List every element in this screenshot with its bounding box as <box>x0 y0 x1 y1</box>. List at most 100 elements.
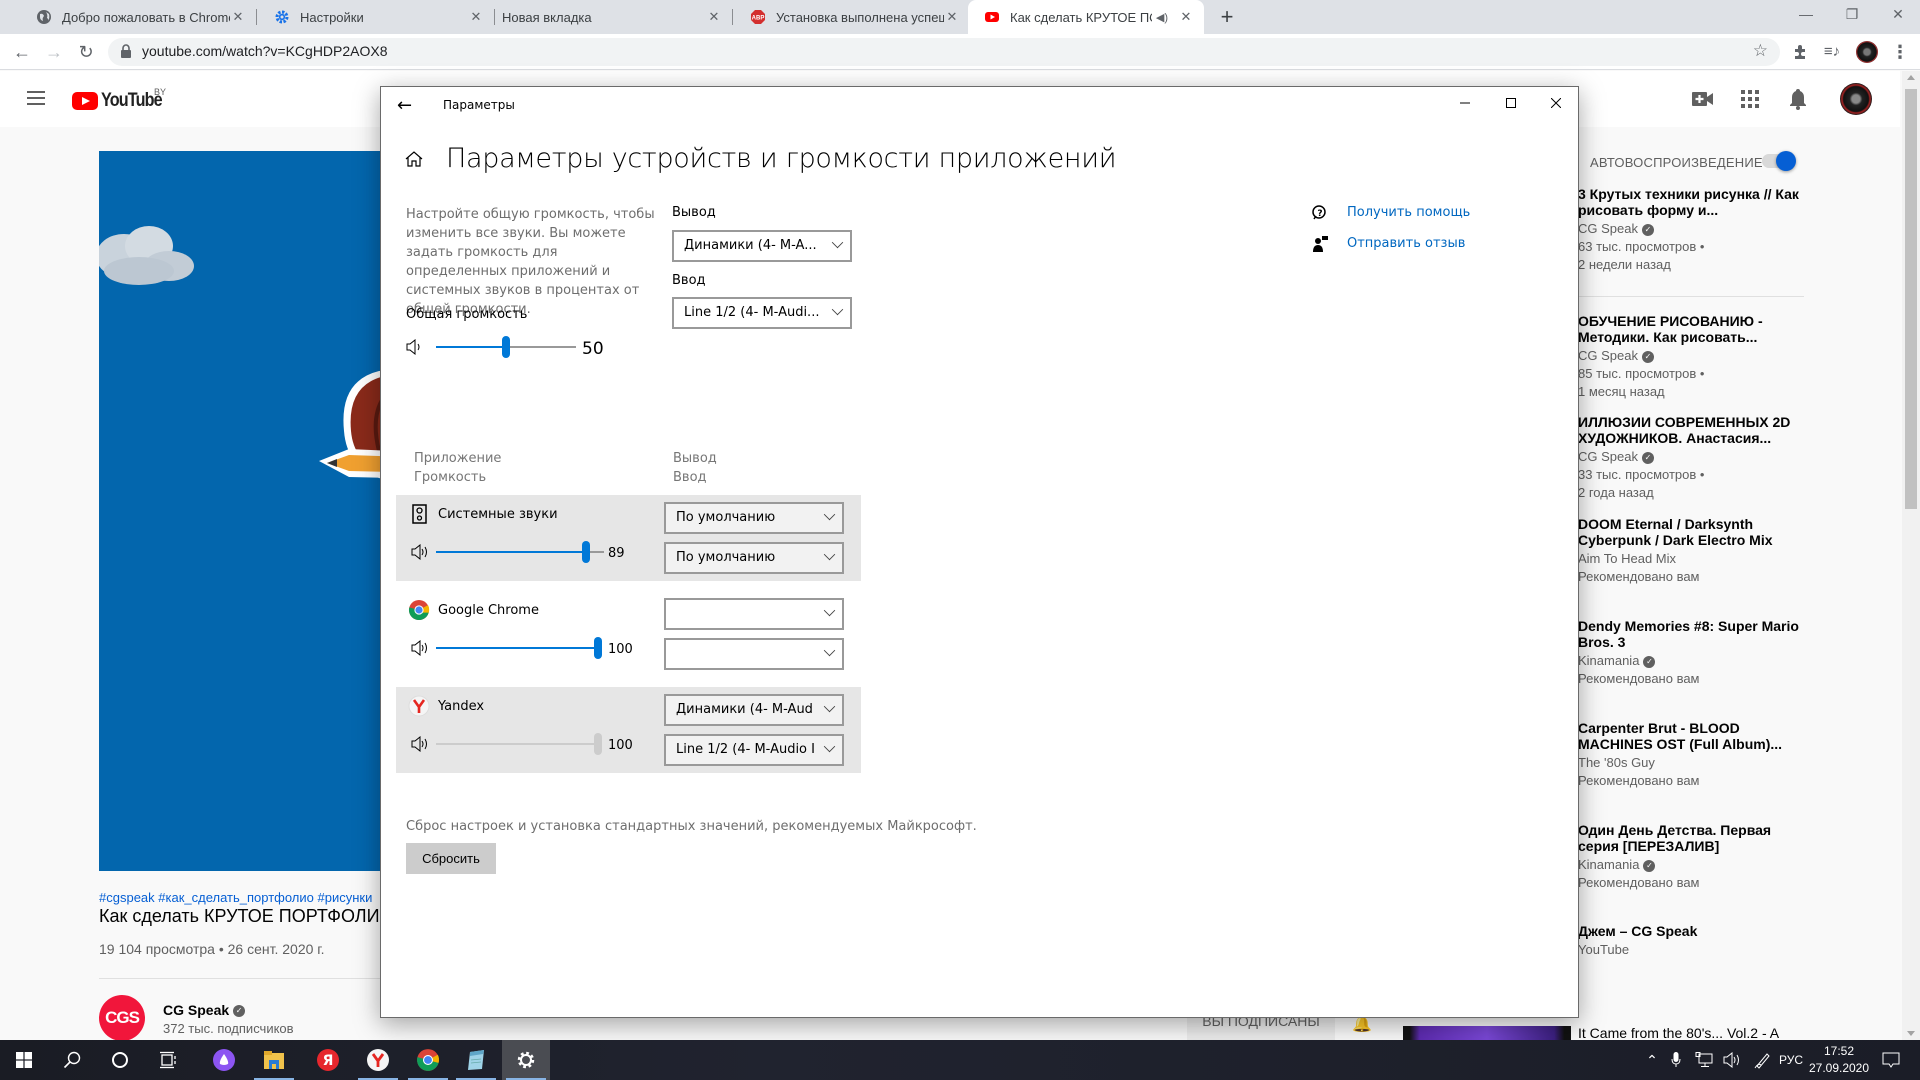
yandex-browser-icon[interactable] <box>354 1040 402 1080</box>
create-video-icon[interactable] <box>1689 85 1717 113</box>
task-view-icon[interactable] <box>144 1040 192 1080</box>
slider-thumb[interactable] <box>594 733 602 755</box>
chrome-menu-icon[interactable]: ⋮ <box>1886 38 1914 66</box>
recommendation-item[interactable]: ОБУЧЕНИЕ РИСОВАНИЮ - Методики. Как рисов… <box>1578 313 1806 401</box>
speaker-icon[interactable] <box>406 339 424 355</box>
recommendation-item[interactable]: 3 Крутых техники рисунка // Как рисовать… <box>1578 186 1806 274</box>
notifications-bell-icon[interactable] <box>1784 85 1812 113</box>
alice-icon[interactable] <box>200 1040 248 1080</box>
tab-close-button[interactable]: ✕ <box>944 9 960 25</box>
file-explorer-icon[interactable] <box>250 1040 298 1080</box>
tab-title: Как сделать КРУТОЕ ПОРТФ <box>1010 9 1152 25</box>
speaker-icon[interactable] <box>411 544 429 560</box>
get-help-link[interactable]: Получить помощь <box>1347 205 1470 220</box>
media-controls-icon[interactable]: ≡♪ <box>1818 38 1846 66</box>
recommendation-thumbnail[interactable] <box>1403 1026 1571 1040</box>
start-button[interactable] <box>0 1040 48 1080</box>
app-volume-slider[interactable] <box>436 541 604 563</box>
reload-button[interactable]: ↻ <box>72 38 100 66</box>
audio-playing-icon[interactable]: ◀) <box>1156 11 1168 24</box>
settings-taskbar-icon[interactable] <box>502 1040 550 1080</box>
slider-thumb[interactable] <box>502 336 510 358</box>
recommendation-item[interactable]: It Came from the 80's... Vol.2 - A <box>1578 1025 1806 1041</box>
recommendation-item[interactable]: Dendy Memories #8: Super Mario Bros. 3 K… <box>1578 618 1806 688</box>
page-scrollbar[interactable] <box>1902 71 1920 1040</box>
profile-avatar[interactable] <box>1856 41 1878 63</box>
reset-button[interactable]: Сбросить <box>406 843 496 874</box>
app-volume-slider[interactable] <box>436 733 602 755</box>
scroll-up-arrow[interactable] <box>1907 75 1915 80</box>
input-device-dropdown[interactable]: Line 1/2 (4- M-Audi... <box>672 297 852 329</box>
recommendation-item[interactable]: Один День Детства. Первая серия [ПЕРЕЗАЛ… <box>1578 822 1806 892</box>
network-icon[interactable] <box>1690 1040 1718 1080</box>
restore-button[interactable]: ❐ <box>1829 0 1875 30</box>
pen-workspace-icon[interactable] <box>1750 1040 1776 1080</box>
forward-button[interactable]: → <box>40 38 68 66</box>
minimize-button[interactable]: — <box>1783 0 1829 30</box>
close-button[interactable] <box>1533 87 1579 119</box>
app-output-dropdown[interactable]: Динамики (4- M-Aud <box>664 694 844 726</box>
app-input-dropdown[interactable] <box>664 638 844 670</box>
show-hidden-icons[interactable]: ⌃ <box>1640 1040 1664 1080</box>
channel-avatar[interactable]: CGS <box>99 995 145 1041</box>
youtube-logo[interactable]: YouTube BY <box>72 87 172 112</box>
maximize-button[interactable] <box>1488 87 1534 119</box>
tab-youtube-active[interactable]: Как сделать КРУТОЕ ПОРТФ ◀) ✕ <box>968 0 1204 34</box>
tab-new-tab[interactable]: Новая вкладка ✕ <box>496 0 732 34</box>
app-input-dropdown[interactable]: Line 1/2 (4- M-Audio I <box>664 734 844 766</box>
tab-close-button[interactable]: ✕ <box>468 9 484 25</box>
tab-close-button[interactable]: ✕ <box>706 9 722 25</box>
autoplay-toggle[interactable] <box>1762 151 1796 171</box>
app-input-dropdown[interactable]: По умолчанию <box>664 542 844 574</box>
video-hashtags[interactable]: #cgspeak #как_сделать_портфолио #рисунки <box>99 890 372 905</box>
master-volume-slider[interactable] <box>436 336 576 358</box>
microphone-icon[interactable] <box>1664 1040 1688 1080</box>
user-avatar[interactable] <box>1840 83 1872 115</box>
minimize-button[interactable] <box>1442 87 1488 119</box>
channel-name[interactable]: CG Speak ✓ <box>163 1002 246 1018</box>
language-indicator[interactable]: РУС <box>1776 1040 1806 1080</box>
slider-thumb[interactable] <box>594 637 602 659</box>
chrome-taskbar-icon[interactable] <box>404 1040 452 1080</box>
action-center-icon[interactable] <box>1876 1040 1906 1080</box>
cortana-icon[interactable] <box>96 1040 144 1080</box>
yandex-launcher-icon[interactable]: Я <box>304 1040 352 1080</box>
tab-close-button[interactable]: ✕ <box>230 9 246 25</box>
speaker-icon[interactable] <box>411 736 429 752</box>
app-output-dropdown[interactable]: По умолчанию <box>664 502 844 534</box>
yandex-icon <box>408 695 430 717</box>
recommendation-item[interactable]: DOOM Eternal / Darksynth Cyberpunk / Dar… <box>1578 516 1806 586</box>
tab-adblock[interactable]: ABP Установка выполнена успешно! ✕ <box>734 0 970 34</box>
close-window-button[interactable]: ✕ <box>1875 0 1920 30</box>
video-player[interactable] <box>99 151 399 871</box>
search-icon[interactable] <box>48 1040 96 1080</box>
new-tab-button[interactable]: + <box>1214 4 1240 30</box>
home-icon[interactable] <box>404 149 424 169</box>
recommendation-item[interactable]: Джем – CG Speak YouTube <box>1578 923 1806 959</box>
recommendation-item[interactable]: Carpenter Brut - BLOOD MACHINES OST (Ful… <box>1578 720 1806 790</box>
bookmark-star-icon[interactable]: ☆ <box>1753 41 1768 61</box>
speaker-icon[interactable] <box>411 640 429 656</box>
tab-close-button[interactable]: ✕ <box>1178 9 1194 25</box>
back-arrow-icon[interactable]: ← <box>397 95 412 116</box>
app-output-dropdown[interactable] <box>664 598 844 630</box>
apps-grid-icon[interactable] <box>1736 85 1764 113</box>
app-volume-slider[interactable] <box>436 637 602 659</box>
scroll-down-arrow[interactable] <box>1907 1031 1915 1036</box>
notepad-icon[interactable] <box>452 1040 500 1080</box>
scrollbar-thumb[interactable] <box>1905 89 1917 509</box>
rec-title: Carpenter Brut - BLOOD MACHINES OST (Ful… <box>1578 720 1783 752</box>
slider-thumb[interactable] <box>581 541 590 563</box>
address-bar[interactable]: youtube.com/watch?v=KCgHDP2AOX8 ☆ <box>108 38 1780 66</box>
tab-settings[interactable]: Настройки ✕ <box>258 0 494 34</box>
rec-channel: CG Speak ✓ <box>1578 448 1806 466</box>
menu-icon[interactable] <box>27 91 45 105</box>
clock[interactable]: 17:52 27.09.2020 <box>1806 1043 1872 1077</box>
output-device-dropdown[interactable]: Динамики (4- M-A... <box>672 230 852 262</box>
back-button[interactable]: ← <box>8 38 36 66</box>
send-feedback-link[interactable]: Отправить отзыв <box>1347 236 1465 251</box>
extensions-icon[interactable] <box>1786 38 1814 66</box>
recommendation-item[interactable]: ИЛЛЮЗИИ СОВРЕМЕННЫХ 2D ХУДОЖНИКОВ. Анаст… <box>1578 414 1806 502</box>
tab-welcome[interactable]: Добро пожаловать в Chrome! ✕ <box>20 0 256 34</box>
volume-icon[interactable] <box>1718 1040 1746 1080</box>
